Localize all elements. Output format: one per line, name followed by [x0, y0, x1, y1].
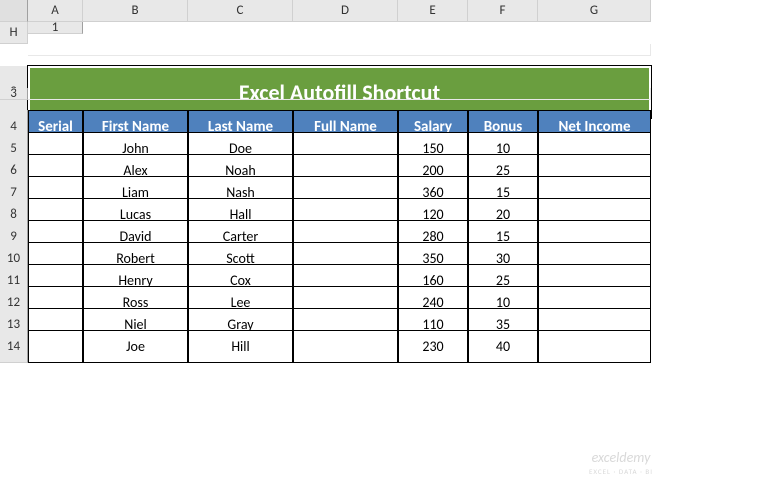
cell[interactable]: [28, 88, 651, 100]
cell-net[interactable]: [538, 330, 651, 363]
col-header-a[interactable]: A: [28, 0, 83, 22]
watermark-sub: EXCEL · DATA · BI: [589, 467, 653, 476]
spreadsheet-grid: A B C D E F G H 1 2 Excel Autofill Short…: [0, 0, 763, 352]
col-header-e[interactable]: E: [398, 0, 468, 22]
col-header-g[interactable]: G: [538, 0, 651, 22]
cell-bonus[interactable]: 40: [468, 330, 538, 363]
cell-salary[interactable]: 230: [398, 330, 468, 363]
cell[interactable]: [28, 44, 651, 56]
col-header-h[interactable]: H: [0, 22, 28, 44]
cell-serial[interactable]: [28, 330, 83, 363]
select-all-corner[interactable]: [0, 0, 28, 22]
col-header-c[interactable]: C: [188, 0, 293, 22]
row-header-14[interactable]: 14: [0, 330, 28, 363]
row-header-1[interactable]: 1: [28, 22, 83, 34]
watermark: exceldemy EXCEL · DATA · BI: [589, 452, 653, 478]
row-header-3[interactable]: 3: [0, 88, 28, 100]
col-header-b[interactable]: B: [83, 0, 188, 22]
cell-full-name[interactable]: [293, 330, 398, 363]
cell-last-name[interactable]: Hill: [188, 330, 293, 363]
col-header-f[interactable]: F: [468, 0, 538, 22]
col-header-d[interactable]: D: [293, 0, 398, 22]
watermark-main: exceldemy: [592, 449, 651, 466]
cell-first-name[interactable]: Joe: [83, 330, 188, 363]
